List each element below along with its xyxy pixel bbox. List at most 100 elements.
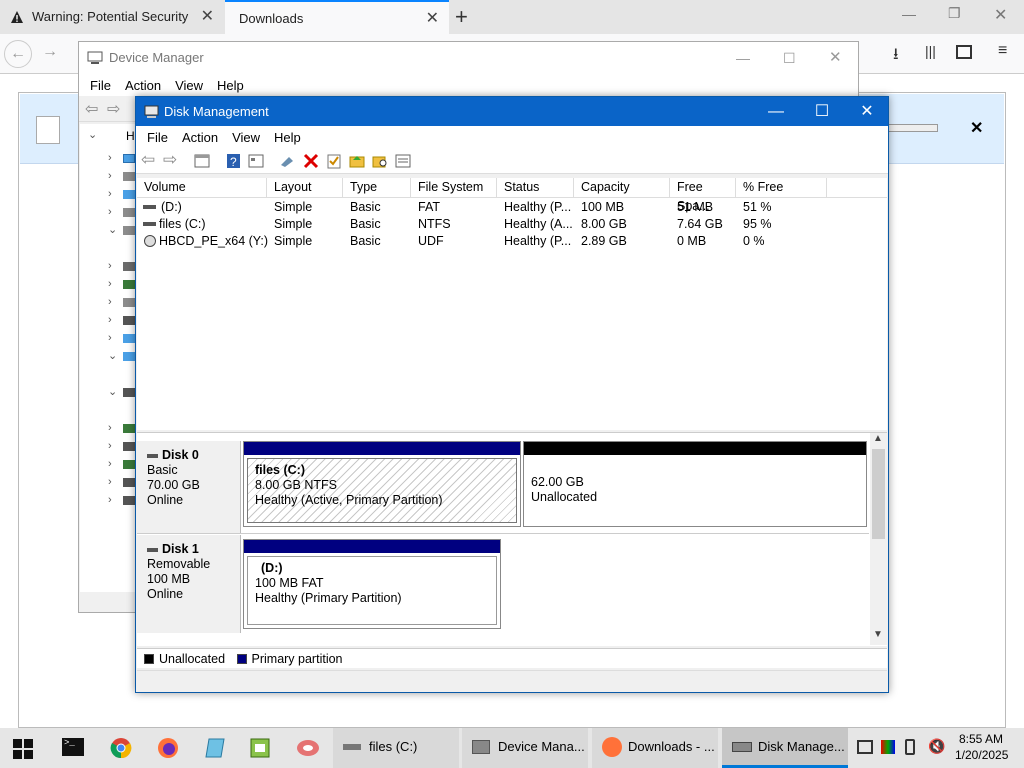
drive-icon — [143, 222, 156, 226]
minimize-icon[interactable]: — — [902, 6, 916, 22]
cancel-download-icon[interactable]: ✕ — [970, 118, 983, 138]
properties-icon[interactable] — [248, 153, 264, 169]
cell-capacity: 8.00 GB — [581, 217, 627, 231]
disk-icon — [147, 453, 158, 458]
tab-security-warning[interactable]: Warning: Potential Security Risk ✕ — [0, 0, 224, 34]
usb-icon[interactable] — [905, 739, 915, 755]
terminal-icon[interactable]: >_ — [62, 738, 84, 756]
unallocated-space[interactable]: 62.00 GB Unallocated — [523, 441, 867, 527]
column-header-file-system[interactable]: File System — [411, 178, 497, 198]
forward-icon[interactable]: → — [42, 43, 58, 61]
back-icon[interactable]: ⇦ — [141, 150, 155, 170]
library-icon[interactable]: ||| — [925, 43, 936, 59]
title-bar: Device Manager — ☐ ✕ — [79, 42, 858, 74]
column-header-status[interactable]: Status — [497, 178, 574, 198]
cell-file-system: NTFS — [418, 217, 451, 231]
forward-icon[interactable]: ⇨ — [107, 99, 120, 119]
partition-d[interactable]: (D:) 100 MB FAT Healthy (Primary Partiti… — [243, 539, 501, 629]
help-icon[interactable]: ? — [226, 153, 242, 169]
check-icon[interactable] — [326, 153, 342, 169]
drive-icon — [343, 744, 361, 750]
close-tab-icon[interactable]: ✕ — [426, 2, 439, 36]
cell-status: Healthy (A... — [504, 217, 573, 231]
device-category-icon — [123, 280, 135, 289]
spreadsheet-app-icon[interactable] — [249, 737, 271, 759]
menu-help[interactable]: Help — [267, 130, 308, 145]
device-category-icon — [123, 352, 135, 361]
close-window-icon[interactable]: ✕ — [994, 5, 1007, 25]
maximize-icon[interactable]: ☐ — [799, 97, 845, 126]
back-icon[interactable]: ⇦ — [85, 99, 98, 119]
close-icon[interactable]: ✕ — [829, 42, 842, 74]
device-category-icon — [123, 442, 135, 451]
notes-app-icon[interactable] — [204, 737, 226, 759]
status-bar — [137, 670, 887, 691]
download-icon[interactable]: ⭳ — [893, 43, 899, 70]
primary-partition-bar — [244, 442, 520, 455]
menu-icon[interactable]: ≡ — [998, 42, 1007, 60]
color-app-icon[interactable] — [881, 740, 895, 754]
partition-c[interactable]: files (C:) 8.00 GB NTFS Healthy (Active,… — [243, 441, 521, 527]
menu-action[interactable]: Action — [175, 130, 225, 145]
menu-help[interactable]: Help — [210, 78, 251, 93]
chrome-icon[interactable] — [110, 737, 132, 759]
column-header-type[interactable]: Type — [343, 178, 411, 198]
forward-icon[interactable]: ⇨ — [163, 150, 177, 170]
menu-file[interactable]: File — [140, 130, 175, 145]
taskbar-label: Downloads - ... — [628, 739, 715, 754]
maximize-icon[interactable]: ☐ — [783, 42, 796, 74]
scroll-down-icon[interactable]: ▼ — [873, 629, 883, 640]
column-header-free-space[interactable]: Free Spa... — [670, 178, 736, 213]
scroll-up-icon[interactable]: ▲ — [873, 433, 883, 444]
column-header-layout[interactable]: Layout — [267, 178, 343, 198]
table-row[interactable]: files (C:) Simple Basic NTFS Healthy (A.… — [137, 216, 887, 233]
new-tab-icon[interactable]: + — [455, 4, 468, 30]
minimize-icon[interactable]: — — [753, 97, 799, 126]
show-hide-tree-icon[interactable] — [194, 153, 210, 169]
close-tab-icon[interactable]: ✕ — [201, 0, 214, 34]
settings-list-icon[interactable] — [395, 153, 411, 169]
collapse-icon[interactable]: ⌄ — [88, 128, 97, 141]
cell-type: Basic — [350, 200, 381, 214]
table-row[interactable]: HBCD_PE_x64 (Y:) Simple Basic UDF Health… — [137, 233, 887, 250]
volume-muted-icon[interactable]: 🔇 — [928, 738, 945, 755]
connect-icon[interactable] — [279, 153, 295, 169]
delete-icon[interactable] — [303, 153, 319, 169]
device-category-icon — [123, 154, 135, 163]
folder-search-icon[interactable] — [372, 153, 388, 169]
disk-1-info[interactable]: Disk 1 Removable 100 MB Online — [137, 535, 241, 633]
clock[interactable]: 8:55 AM 1/20/2025 — [955, 731, 1008, 763]
windows-start-icon[interactable] — [13, 739, 33, 759]
progress-bar — [886, 124, 938, 132]
device-category-icon — [123, 316, 135, 325]
restore-icon[interactable]: ❐ — [948, 5, 961, 22]
scroll-thumb[interactable] — [872, 449, 885, 539]
tools-app-icon[interactable] — [296, 737, 320, 759]
minimize-icon[interactable]: — — [736, 42, 750, 74]
disk-0-info[interactable]: Disk 0 Basic 70.00 GB Online — [137, 441, 241, 533]
scrollbar[interactable]: ▲ ▼ — [870, 433, 887, 645]
tab-downloads[interactable]: Downloads ✕ — [225, 0, 449, 34]
svg-text:?: ? — [230, 155, 237, 169]
disk-name-label: Disk 0 — [162, 448, 199, 462]
taskbar-button-files[interactable]: files (C:) — [333, 728, 459, 768]
tree-expanders[interactable]: › › › › ⌄ › › › › › ⌄ ⌄ › › › › › — [108, 149, 117, 509]
close-icon[interactable]: ✕ — [844, 97, 890, 126]
folder-up-icon[interactable] — [349, 153, 365, 169]
menu-file[interactable]: File — [83, 78, 118, 93]
device-category-icon — [123, 424, 135, 433]
column-header-capacity[interactable]: Capacity — [574, 178, 670, 198]
back-icon[interactable]: ← — [4, 40, 32, 68]
sidebar-icon[interactable] — [956, 45, 972, 59]
menu-view[interactable]: View — [168, 78, 210, 93]
firefox-icon[interactable] — [157, 737, 179, 759]
menu-action[interactable]: Action — [118, 78, 168, 93]
taskbar-button-disk-management[interactable]: Disk Manage... — [722, 728, 848, 768]
column-header-volume[interactable]: Volume — [137, 178, 267, 198]
taskbar-button-downloads[interactable]: Downloads - ... — [592, 728, 718, 768]
column-header-percent-free[interactable]: % Free — [736, 178, 827, 198]
taskbar-button-device-manager[interactable]: Device Mana... — [462, 728, 588, 768]
network-icon[interactable] — [857, 740, 873, 754]
menu-view[interactable]: View — [225, 130, 267, 145]
table-row[interactable]: (D:) Simple Basic FAT Healthy (P... 100 … — [137, 199, 887, 216]
